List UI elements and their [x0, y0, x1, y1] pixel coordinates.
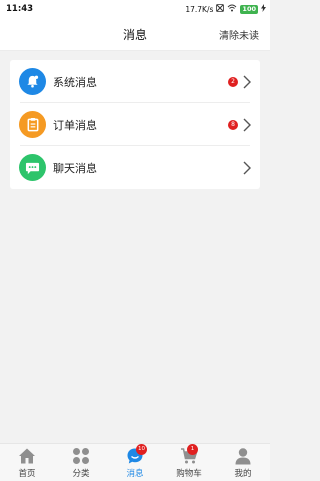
tab-home[interactable]: 首页 — [0, 444, 54, 481]
bell-icon — [19, 68, 46, 95]
status-bar: 11:43 17.7K/s 100 — [0, 0, 270, 18]
grid-icon — [72, 447, 90, 465]
message-list: 系统消息 2 订单消息 8 聊天消息 — [10, 60, 260, 189]
messages-badge: 10 — [136, 444, 147, 455]
tab-home-label: 首页 — [18, 469, 36, 479]
tab-profile-label: 我的 — [234, 469, 252, 479]
battery-indicator: 100 — [240, 4, 258, 14]
wifi-icon — [227, 4, 237, 14]
header: 消息 清除未读 — [0, 18, 270, 51]
tab-messages-label: 消息 — [126, 469, 144, 479]
cart-badge: 1 — [187, 444, 198, 455]
chat-messages-label: 聊天消息 — [53, 162, 97, 175]
clear-unread-button[interactable]: 清除未读 — [219, 27, 259, 42]
tab-category[interactable]: 分类 — [54, 444, 108, 481]
tab-profile[interactable]: 我的 — [216, 444, 270, 481]
signal-icon — [216, 4, 225, 14]
network-speed: 17.7K/s — [185, 4, 214, 14]
unread-badge: 2 — [228, 77, 238, 87]
home-icon — [18, 447, 36, 465]
system-messages-label: 系统消息 — [53, 76, 97, 89]
chevron-right-icon — [241, 160, 253, 175]
chevron-right-icon — [241, 74, 253, 89]
status-icons: 17.7K/s 100 — [185, 4, 266, 14]
profile-icon — [234, 447, 252, 465]
status-time: 11:43 — [6, 4, 34, 14]
system-messages-row[interactable]: 系统消息 2 — [10, 60, 260, 103]
tab-category-label: 分类 — [72, 469, 90, 479]
clipboard-icon — [19, 111, 46, 138]
chat-bubble-icon — [19, 154, 46, 181]
order-messages-row[interactable]: 订单消息 8 — [10, 103, 260, 146]
charging-icon — [261, 4, 266, 14]
chevron-right-icon — [241, 117, 253, 132]
tab-cart-label: 购物车 — [176, 469, 202, 479]
unread-badge: 8 — [228, 120, 238, 130]
tab-cart[interactable]: 1 购物车 — [162, 444, 216, 481]
chat-messages-row[interactable]: 聊天消息 — [10, 146, 260, 189]
bottom-tab-bar: 首页 分类 10 消息 1 购物车 我的 — [0, 443, 270, 481]
tab-messages[interactable]: 10 消息 — [108, 444, 162, 481]
order-messages-label: 订单消息 — [53, 119, 97, 132]
